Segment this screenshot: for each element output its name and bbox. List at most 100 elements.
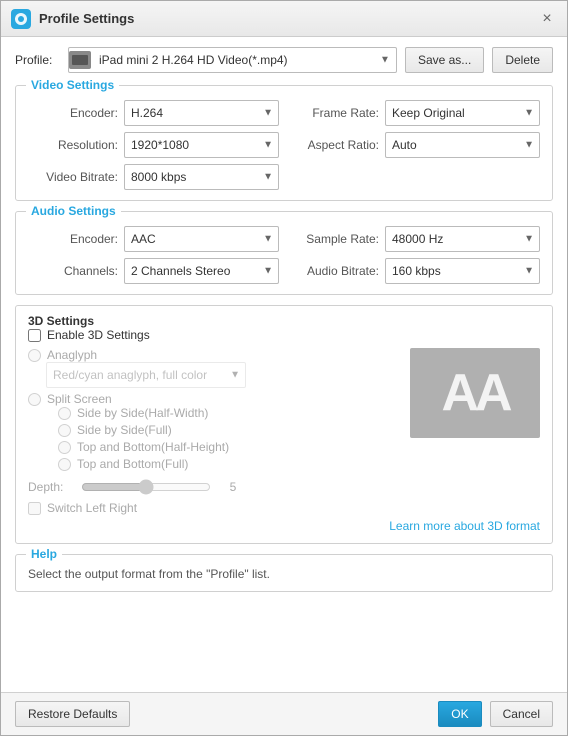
- split-full-label: Side by Side(Full): [77, 423, 172, 437]
- switch-row: Switch Left Right: [28, 501, 540, 515]
- encoder-select-wrapper: H.264 ▼: [124, 100, 279, 126]
- enable-3d-checkbox[interactable]: [28, 329, 41, 342]
- split-option-3: Top and Bottom(Half-Height): [58, 440, 400, 454]
- audio-bitrate-select[interactable]: 160 kbps: [385, 258, 540, 284]
- save-as-button[interactable]: Save as...: [405, 47, 484, 73]
- audio-right-col: Sample Rate: 48000 Hz ▼ Audio Bitrate:: [289, 226, 540, 284]
- audio-settings-grid: Encoder: AAC ▼ Channels: 2 Channels: [28, 226, 540, 284]
- split-option-4: Top and Bottom(Full): [58, 457, 400, 471]
- profile-label: Profile:: [15, 53, 60, 67]
- audio-left-col: Encoder: AAC ▼ Channels: 2 Channels: [28, 226, 279, 284]
- learn-more-link[interactable]: Learn more about 3D format: [389, 519, 540, 533]
- aspect-ratio-label: Aspect Ratio:: [289, 138, 379, 152]
- top-bottom-full-label: Top and Bottom(Full): [77, 457, 188, 471]
- app-icon: [11, 9, 31, 29]
- frame-rate-label: Frame Rate:: [289, 106, 379, 120]
- split-option-2: Side by Side(Full): [58, 423, 400, 437]
- title-bar: Profile Settings ×: [1, 1, 567, 37]
- anaglyph-label[interactable]: Anaglyph: [47, 348, 97, 362]
- audio-encoder-setting: Encoder: AAC ▼: [28, 226, 279, 252]
- profile-settings-dialog: Profile Settings × Profile: iPad mini 2 …: [0, 0, 568, 736]
- split-options-group: Side by Side(Half-Width) Side by Side(Fu…: [58, 406, 400, 471]
- audio-encoder-label: Encoder:: [28, 232, 118, 246]
- dialog-footer: Restore Defaults OK Cancel: [1, 692, 567, 735]
- top-bottom-half-radio[interactable]: [58, 441, 71, 454]
- 3d-body: Anaglyph Red/cyan anaglyph, full color ▼: [28, 348, 540, 471]
- anaglyph-radio[interactable]: [28, 349, 41, 362]
- 3d-left-panel: Anaglyph Red/cyan anaglyph, full color ▼: [28, 348, 400, 471]
- preview-text: AA: [441, 363, 508, 423]
- split-screen-radio[interactable]: [28, 393, 41, 406]
- channels-label: Channels:: [28, 264, 118, 278]
- ok-button[interactable]: OK: [438, 701, 481, 727]
- frame-rate-select-wrapper: Keep Original ▼: [385, 100, 540, 126]
- frame-rate-select[interactable]: Keep Original: [385, 100, 540, 126]
- close-button[interactable]: ×: [537, 9, 557, 29]
- resolution-label: Resolution:: [28, 138, 118, 152]
- frame-rate-setting: Frame Rate: Keep Original ▼: [289, 100, 540, 126]
- anaglyph-select-wrapper: Red/cyan anaglyph, full color ▼: [46, 362, 400, 388]
- delete-button[interactable]: Delete: [492, 47, 553, 73]
- sample-rate-label: Sample Rate:: [289, 232, 379, 246]
- dialog-content: Profile: iPad mini 2 H.264 HD Video(*.mp…: [1, 37, 567, 692]
- split-screen-radio-row: Split Screen: [28, 392, 400, 406]
- restore-defaults-button[interactable]: Restore Defaults: [15, 701, 130, 727]
- split-screen-label[interactable]: Split Screen: [47, 392, 112, 406]
- top-bottom-full-radio[interactable]: [58, 458, 71, 471]
- encoder-label: Encoder:: [28, 106, 118, 120]
- video-bitrate-setting: Video Bitrate: 8000 kbps ▼: [28, 164, 279, 190]
- profile-select[interactable]: iPad mini 2 H.264 HD Video(*.mp4): [95, 48, 396, 72]
- video-bitrate-select-wrapper: 8000 kbps ▼: [124, 164, 279, 190]
- channels-select-wrapper: 2 Channels Stereo ▼: [124, 258, 279, 284]
- profile-icon: [69, 51, 91, 69]
- dialog-title: Profile Settings: [39, 11, 537, 26]
- switch-lr-checkbox[interactable]: [28, 502, 41, 515]
- anaglyph-type-select[interactable]: Red/cyan anaglyph, full color: [46, 362, 246, 388]
- top-bottom-half-label: Top and Bottom(Half-Height): [77, 440, 229, 454]
- profile-row: Profile: iPad mini 2 H.264 HD Video(*.mp…: [15, 47, 553, 73]
- learn-more-row: Learn more about 3D format: [28, 519, 540, 533]
- aspect-ratio-setting: Aspect Ratio: Auto ▼: [289, 132, 540, 158]
- resolution-select-wrapper: 1920*1080 ▼: [124, 132, 279, 158]
- audio-encoder-select-wrapper: AAC ▼: [124, 226, 279, 252]
- audio-settings-section: Audio Settings Encoder: AAC ▼ Channels:: [15, 211, 553, 295]
- depth-row: Depth: 5: [28, 479, 540, 495]
- sample-rate-setting: Sample Rate: 48000 Hz ▼: [289, 226, 540, 252]
- split-full-radio[interactable]: [58, 424, 71, 437]
- help-text: Select the output format from the "Profi…: [28, 567, 540, 581]
- frame-rate-col: Frame Rate: Keep Original ▼ Aspect Ratio…: [289, 100, 540, 190]
- video-settings-grid: Encoder: H.264 ▼ Resolution: 1920*10: [28, 100, 540, 190]
- aspect-ratio-select[interactable]: Auto: [385, 132, 540, 158]
- anaglyph-radio-row: Anaglyph: [28, 348, 400, 362]
- audio-encoder-select[interactable]: AAC: [124, 226, 279, 252]
- video-settings-section: Video Settings Encoder: H.264 ▼: [15, 85, 553, 201]
- channels-select[interactable]: 2 Channels Stereo: [124, 258, 279, 284]
- video-bitrate-select[interactable]: 8000 kbps: [124, 164, 279, 190]
- 3d-settings-section: 3D Settings Enable 3D Settings Anaglyph: [15, 305, 553, 544]
- encoder-select[interactable]: H.264: [124, 100, 279, 126]
- sample-rate-select[interactable]: 48000 Hz: [385, 226, 540, 252]
- audio-bitrate-label: Audio Bitrate:: [289, 264, 379, 278]
- encoder-setting: Encoder: H.264 ▼: [28, 100, 279, 126]
- enable-3d-row: Enable 3D Settings: [28, 328, 540, 342]
- video-bitrate-label: Video Bitrate:: [28, 170, 118, 184]
- split-option-1: Side by Side(Half-Width): [58, 406, 400, 420]
- footer-left: Restore Defaults: [15, 701, 438, 727]
- resolution-select[interactable]: 1920*1080: [124, 132, 279, 158]
- 3d-preview: AA: [410, 348, 540, 438]
- 3d-settings-title: 3D Settings: [28, 314, 94, 328]
- audio-bitrate-select-wrapper: 160 kbps ▼: [385, 258, 540, 284]
- switch-lr-label[interactable]: Switch Left Right: [47, 501, 137, 515]
- audio-bitrate-setting: Audio Bitrate: 160 kbps ▼: [289, 258, 540, 284]
- channels-setting: Channels: 2 Channels Stereo ▼: [28, 258, 279, 284]
- split-half-width-radio[interactable]: [58, 407, 71, 420]
- help-section: Help Select the output format from the "…: [15, 554, 553, 592]
- help-title: Help: [26, 547, 62, 561]
- depth-value: 5: [219, 480, 247, 494]
- video-settings-title: Video Settings: [26, 78, 119, 92]
- aspect-ratio-select-wrapper: Auto ▼: [385, 132, 540, 158]
- depth-slider[interactable]: [81, 479, 211, 495]
- audio-settings-title: Audio Settings: [26, 204, 121, 218]
- cancel-button[interactable]: Cancel: [490, 701, 553, 727]
- enable-3d-label[interactable]: Enable 3D Settings: [47, 328, 150, 342]
